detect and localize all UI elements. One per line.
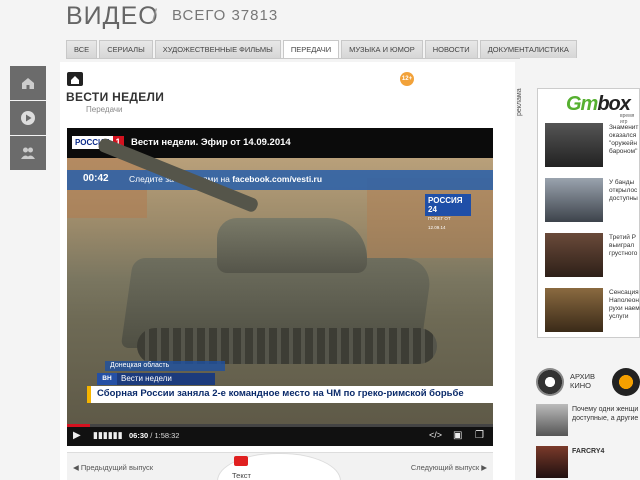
player-controls: ▶ ▮▮▮▮▮▮ 06:30 / 1:58:32 </> ▣ ❐ bbox=[67, 424, 493, 446]
title-separator: / bbox=[152, 6, 158, 26]
play-icon[interactable]: ▶ bbox=[73, 430, 81, 441]
ad-thumbnail bbox=[545, 123, 603, 167]
tank-turret bbox=[217, 218, 367, 273]
film-reel-icon bbox=[536, 368, 564, 396]
show-caption: ВН Вести недели bbox=[97, 373, 215, 385]
volume-icon[interactable]: ▮▮▮▮▮▮ bbox=[93, 430, 123, 441]
sidebar-item[interactable]: Почему одни женщи доступные, а другие bbox=[536, 404, 640, 438]
previous-episode-link[interactable]: ◀ Предыдущий выпуск bbox=[73, 463, 153, 472]
news-ticker-text: Сборная России заняла 2-е командное мест… bbox=[97, 388, 464, 399]
page-header: ВИДЕО / ВСЕГО 37813 bbox=[66, 0, 586, 36]
video-player[interactable]: РОССИЯ 1 Вести недели. Эфир от 14.09.201… bbox=[67, 128, 493, 446]
archive-row[interactable]: АРХИВ КИНО bbox=[536, 368, 640, 398]
ad-thumbnail bbox=[545, 178, 603, 222]
mini-player-icon[interactable]: ▣ bbox=[453, 430, 462, 441]
ad-item-text: Третий Р выиграл грустного bbox=[609, 234, 638, 257]
russia24-badge: РОССИЯ 24 ПОБЕГ ОТ 12.09.14 bbox=[425, 194, 471, 230]
sidebar-item[interactable]: FARCRY4 bbox=[536, 446, 640, 480]
next-episode-link[interactable]: Следующий выпуск ▶ bbox=[411, 463, 487, 472]
tank-track bbox=[137, 328, 437, 364]
video-count: ВСЕГО 37813 bbox=[172, 7, 279, 24]
program-category-link[interactable]: Передачи bbox=[86, 105, 123, 114]
transcript-label[interactable]: Текст bbox=[232, 471, 251, 480]
ad-thumbnail bbox=[545, 233, 603, 277]
tab-news[interactable]: НОВОСТИ bbox=[424, 40, 478, 58]
news-ticker: Сборная России заняла 2-е командное мест… bbox=[87, 386, 493, 403]
category-tabs: ВСЕ СЕРИАЛЫ ХУДОЖЕСТВЕННЫЕ ФИЛЬМЫ ПЕРЕДА… bbox=[66, 40, 577, 58]
nav-home-button[interactable] bbox=[10, 66, 46, 100]
video-title: Вести недели. Эфир от 14.09.2014 bbox=[131, 137, 291, 148]
tab-shows[interactable]: ПЕРЕДАЧИ bbox=[282, 40, 340, 58]
progress-fill bbox=[67, 424, 91, 427]
sidebar-item-text: Почему одни женщи доступные, а другие bbox=[572, 406, 639, 422]
video-frame: 00:42 Следите за новостями на facebook.c… bbox=[67, 136, 493, 428]
ad-item[interactable]: Сенсация Наполеон рухи наем услуги bbox=[545, 288, 640, 334]
fullscreen-icon[interactable]: ❐ bbox=[475, 430, 484, 441]
show-logo: ВН bbox=[97, 373, 117, 385]
page-title: ВИДЕО bbox=[66, 2, 159, 30]
transcript-icon[interactable] bbox=[234, 456, 248, 466]
episode-pager: ◀ Предыдущий выпуск Текст Следующий выпу… bbox=[67, 452, 493, 480]
show-name: Вести недели bbox=[117, 373, 215, 385]
ad-item[interactable]: У банды открылос доступны bbox=[545, 178, 640, 224]
program-title: ВЕСТИ НЕДЕЛИ bbox=[66, 90, 165, 104]
sidebar-item-text: FARCRY4 bbox=[572, 448, 605, 455]
tabs-divider bbox=[66, 58, 520, 59]
ticker-text: Следите за новостями на facebook.com/ves… bbox=[129, 174, 323, 184]
archive-label: АРХИВ КИНО bbox=[570, 372, 596, 390]
ticker-bar: 00:42 Следите за новостями на facebook.c… bbox=[67, 170, 493, 190]
ad-thumbnail bbox=[545, 288, 603, 332]
sidebar-thumbnail bbox=[536, 404, 568, 436]
location-caption: Донецкая область bbox=[105, 361, 225, 371]
ad-item[interactable]: Третий Р выиграл грустного bbox=[545, 233, 640, 279]
home-icon bbox=[22, 78, 34, 89]
ad-item[interactable]: Знаменит оказался "оружейн бароном" bbox=[545, 123, 640, 169]
sidebar-thumbnail bbox=[536, 446, 568, 478]
nav-community-button[interactable] bbox=[10, 136, 46, 170]
left-nav bbox=[10, 66, 46, 171]
tab-films[interactable]: ХУДОЖЕСТВЕННЫЕ ФИЛЬМЫ bbox=[154, 40, 281, 58]
ad-banner[interactable]: Gmbox время игр Знаменит оказался "оруже… bbox=[537, 88, 640, 338]
breadcrumb-home-icon[interactable] bbox=[67, 72, 83, 86]
age-rating-badge: 12+ bbox=[400, 72, 414, 86]
channel-logo-icon bbox=[612, 368, 640, 396]
nav-video-button[interactable] bbox=[10, 101, 46, 135]
tab-music-humor[interactable]: МУЗЫКА И ЮМОР bbox=[341, 40, 423, 58]
ad-item-text: Сенсация Наполеон рухи наем услуги bbox=[609, 289, 640, 320]
tab-documentary[interactable]: ДОКУМЕНТАЛИСТИКА bbox=[479, 40, 577, 58]
ad-label: реклама bbox=[516, 88, 523, 116]
users-icon bbox=[21, 147, 35, 159]
time-display: 06:30 / 1:58:32 bbox=[129, 431, 180, 440]
tab-all[interactable]: ВСЕ bbox=[66, 40, 98, 58]
ad-item-text: У банды открылос доступны bbox=[609, 179, 638, 202]
play-icon bbox=[21, 111, 35, 125]
tab-series[interactable]: СЕРИАЛЫ bbox=[99, 40, 153, 58]
ad-item-text: Знаменит оказался "оружейн бароном" bbox=[609, 124, 639, 155]
embed-code-icon[interactable]: </> bbox=[429, 430, 442, 440]
progress-bar[interactable] bbox=[67, 424, 493, 427]
ticker-time: 00:42 bbox=[83, 173, 109, 184]
